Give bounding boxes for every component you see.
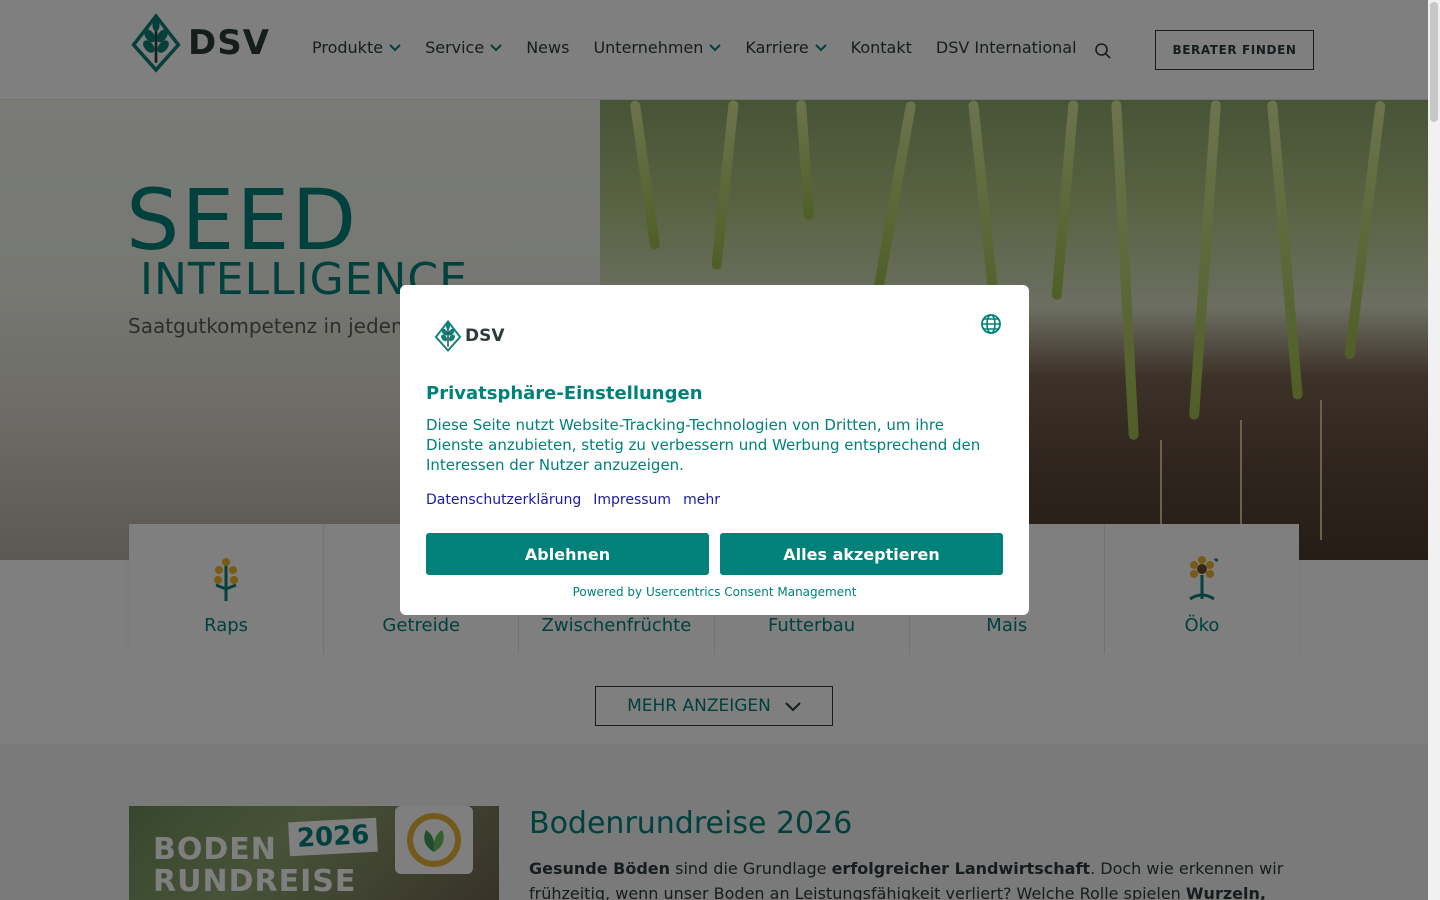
globe-language-icon[interactable] <box>980 313 1002 335</box>
consent-title: Privatsphäre-Einstellungen <box>426 383 703 404</box>
consent-links: Datenschutzerklärung Impressum mehr <box>426 492 732 508</box>
scrollbar-thumb[interactable] <box>1430 2 1438 122</box>
privacy-policy-link[interactable]: Datenschutzerklärung <box>426 492 581 508</box>
powered-by-text[interactable]: Powered by Usercentrics Consent Manageme… <box>400 585 1029 599</box>
page-scrollbar[interactable] <box>1428 0 1440 900</box>
decline-button[interactable]: Ablehnen <box>426 533 709 575</box>
consent-logo: DSV <box>434 319 505 353</box>
consent-dialog: DSV Privatsphäre-Einstellungen Diese Sei… <box>400 285 1029 615</box>
imprint-link[interactable]: Impressum <box>593 492 671 508</box>
more-info-link[interactable]: mehr <box>683 492 720 508</box>
consent-description: Diese Seite nutzt Website-Tracking-Techn… <box>426 416 981 474</box>
wheat-diamond-logo-icon <box>434 319 462 352</box>
accept-all-button[interactable]: Alles akzeptieren <box>720 533 1003 575</box>
consent-logo-text: DSV <box>465 326 505 346</box>
